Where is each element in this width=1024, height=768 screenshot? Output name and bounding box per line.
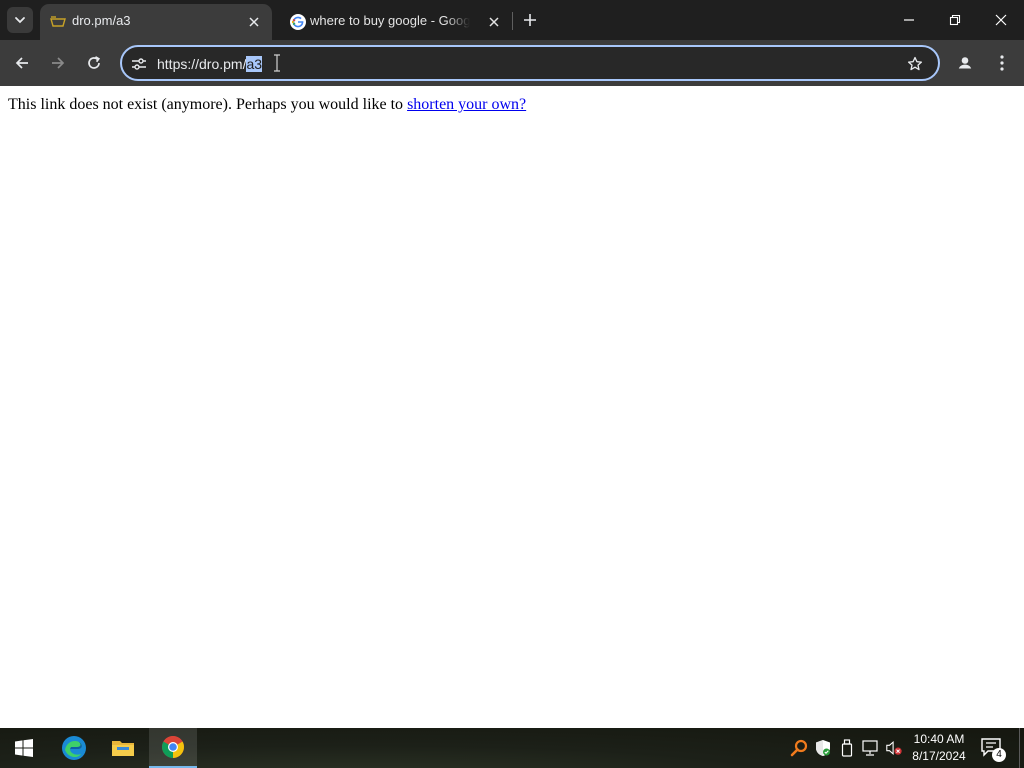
close-icon [995, 14, 1007, 26]
taskbar: 10:40 AM 8/17/2024 4 [0, 728, 1024, 768]
reload-button[interactable] [80, 49, 108, 77]
taskbar-clock[interactable]: 10:40 AM 8/17/2024 [906, 731, 972, 765]
browser-toolbar: https://dro.pm/a3 [0, 40, 1024, 86]
taskbar-file-explorer[interactable] [99, 728, 147, 768]
tab-title: dro.pm/a3 [72, 13, 131, 28]
start-button[interactable] [0, 728, 48, 768]
notification-count-badge: 4 [992, 748, 1006, 762]
edge-icon [62, 736, 86, 760]
show-desktop-button[interactable] [1019, 728, 1020, 768]
close-tab-icon[interactable] [484, 12, 504, 32]
site-info-icon[interactable] [128, 53, 150, 75]
network-icon[interactable] [861, 738, 879, 758]
volume-muted-icon[interactable] [885, 738, 903, 758]
address-bar[interactable]: https://dro.pm/a3 [120, 45, 940, 81]
minimize-icon [904, 19, 914, 21]
chrome-icon [162, 736, 184, 758]
search-tray-icon[interactable] [790, 738, 808, 758]
reload-icon [88, 56, 101, 69]
shorten-link[interactable]: shorten your own? [407, 96, 526, 113]
url-text[interactable]: https://dro.pm/a3 [157, 55, 263, 73]
arrow-left-icon [15, 57, 28, 69]
back-button[interactable] [8, 49, 36, 77]
google-g-icon [290, 14, 306, 30]
tab-dropm[interactable]: dro.pm/a3 [40, 4, 272, 40]
close-window-button[interactable] [978, 0, 1024, 40]
usb-device-icon[interactable] [838, 738, 856, 758]
chevron-down-icon [15, 17, 25, 24]
minimize-button[interactable] [886, 0, 932, 40]
text-cursor-icon [273, 54, 281, 72]
url-prefix: https://dro.pm/ [157, 56, 247, 72]
url-selected-text: a3 [246, 56, 263, 72]
kebab-menu-icon [1000, 55, 1004, 71]
clock-time: 10:40 AM [913, 732, 965, 746]
close-tab-icon[interactable] [244, 12, 264, 32]
taskbar-chrome[interactable] [149, 728, 197, 768]
bookmark-star-icon[interactable] [904, 53, 926, 75]
tab-search-button[interactable] [7, 7, 33, 33]
profile-button[interactable] [951, 49, 979, 77]
message-text: This link does not exist (anymore). Perh… [8, 96, 408, 113]
not-found-message: This link does not exist (anymore). Perh… [8, 95, 526, 114]
tab-strip: dro.pm/a3 where to buy google - Google S… [0, 0, 1024, 40]
page-content: This link does not exist (anymore). Perh… [0, 86, 1024, 728]
taskbar-edge[interactable] [50, 728, 98, 768]
profile-icon [955, 53, 975, 73]
windows-start-icon [15, 739, 33, 757]
shield-icon[interactable] [814, 738, 832, 758]
menu-button[interactable] [988, 49, 1016, 77]
tab-separator [512, 12, 513, 30]
new-tab-button[interactable] [518, 8, 542, 32]
arrow-right-icon [52, 57, 65, 69]
tab-google-search[interactable]: where to buy google - Google Search [280, 4, 512, 40]
plus-icon [524, 14, 536, 26]
clock-date: 8/17/2024 [912, 749, 966, 763]
restore-icon [949, 14, 961, 26]
file-explorer-icon [112, 741, 134, 756]
restore-button[interactable] [932, 0, 978, 40]
tab-title: where to buy google - Google Search [310, 13, 470, 28]
dropm-favicon-icon [50, 14, 66, 30]
forward-button[interactable] [44, 49, 72, 77]
